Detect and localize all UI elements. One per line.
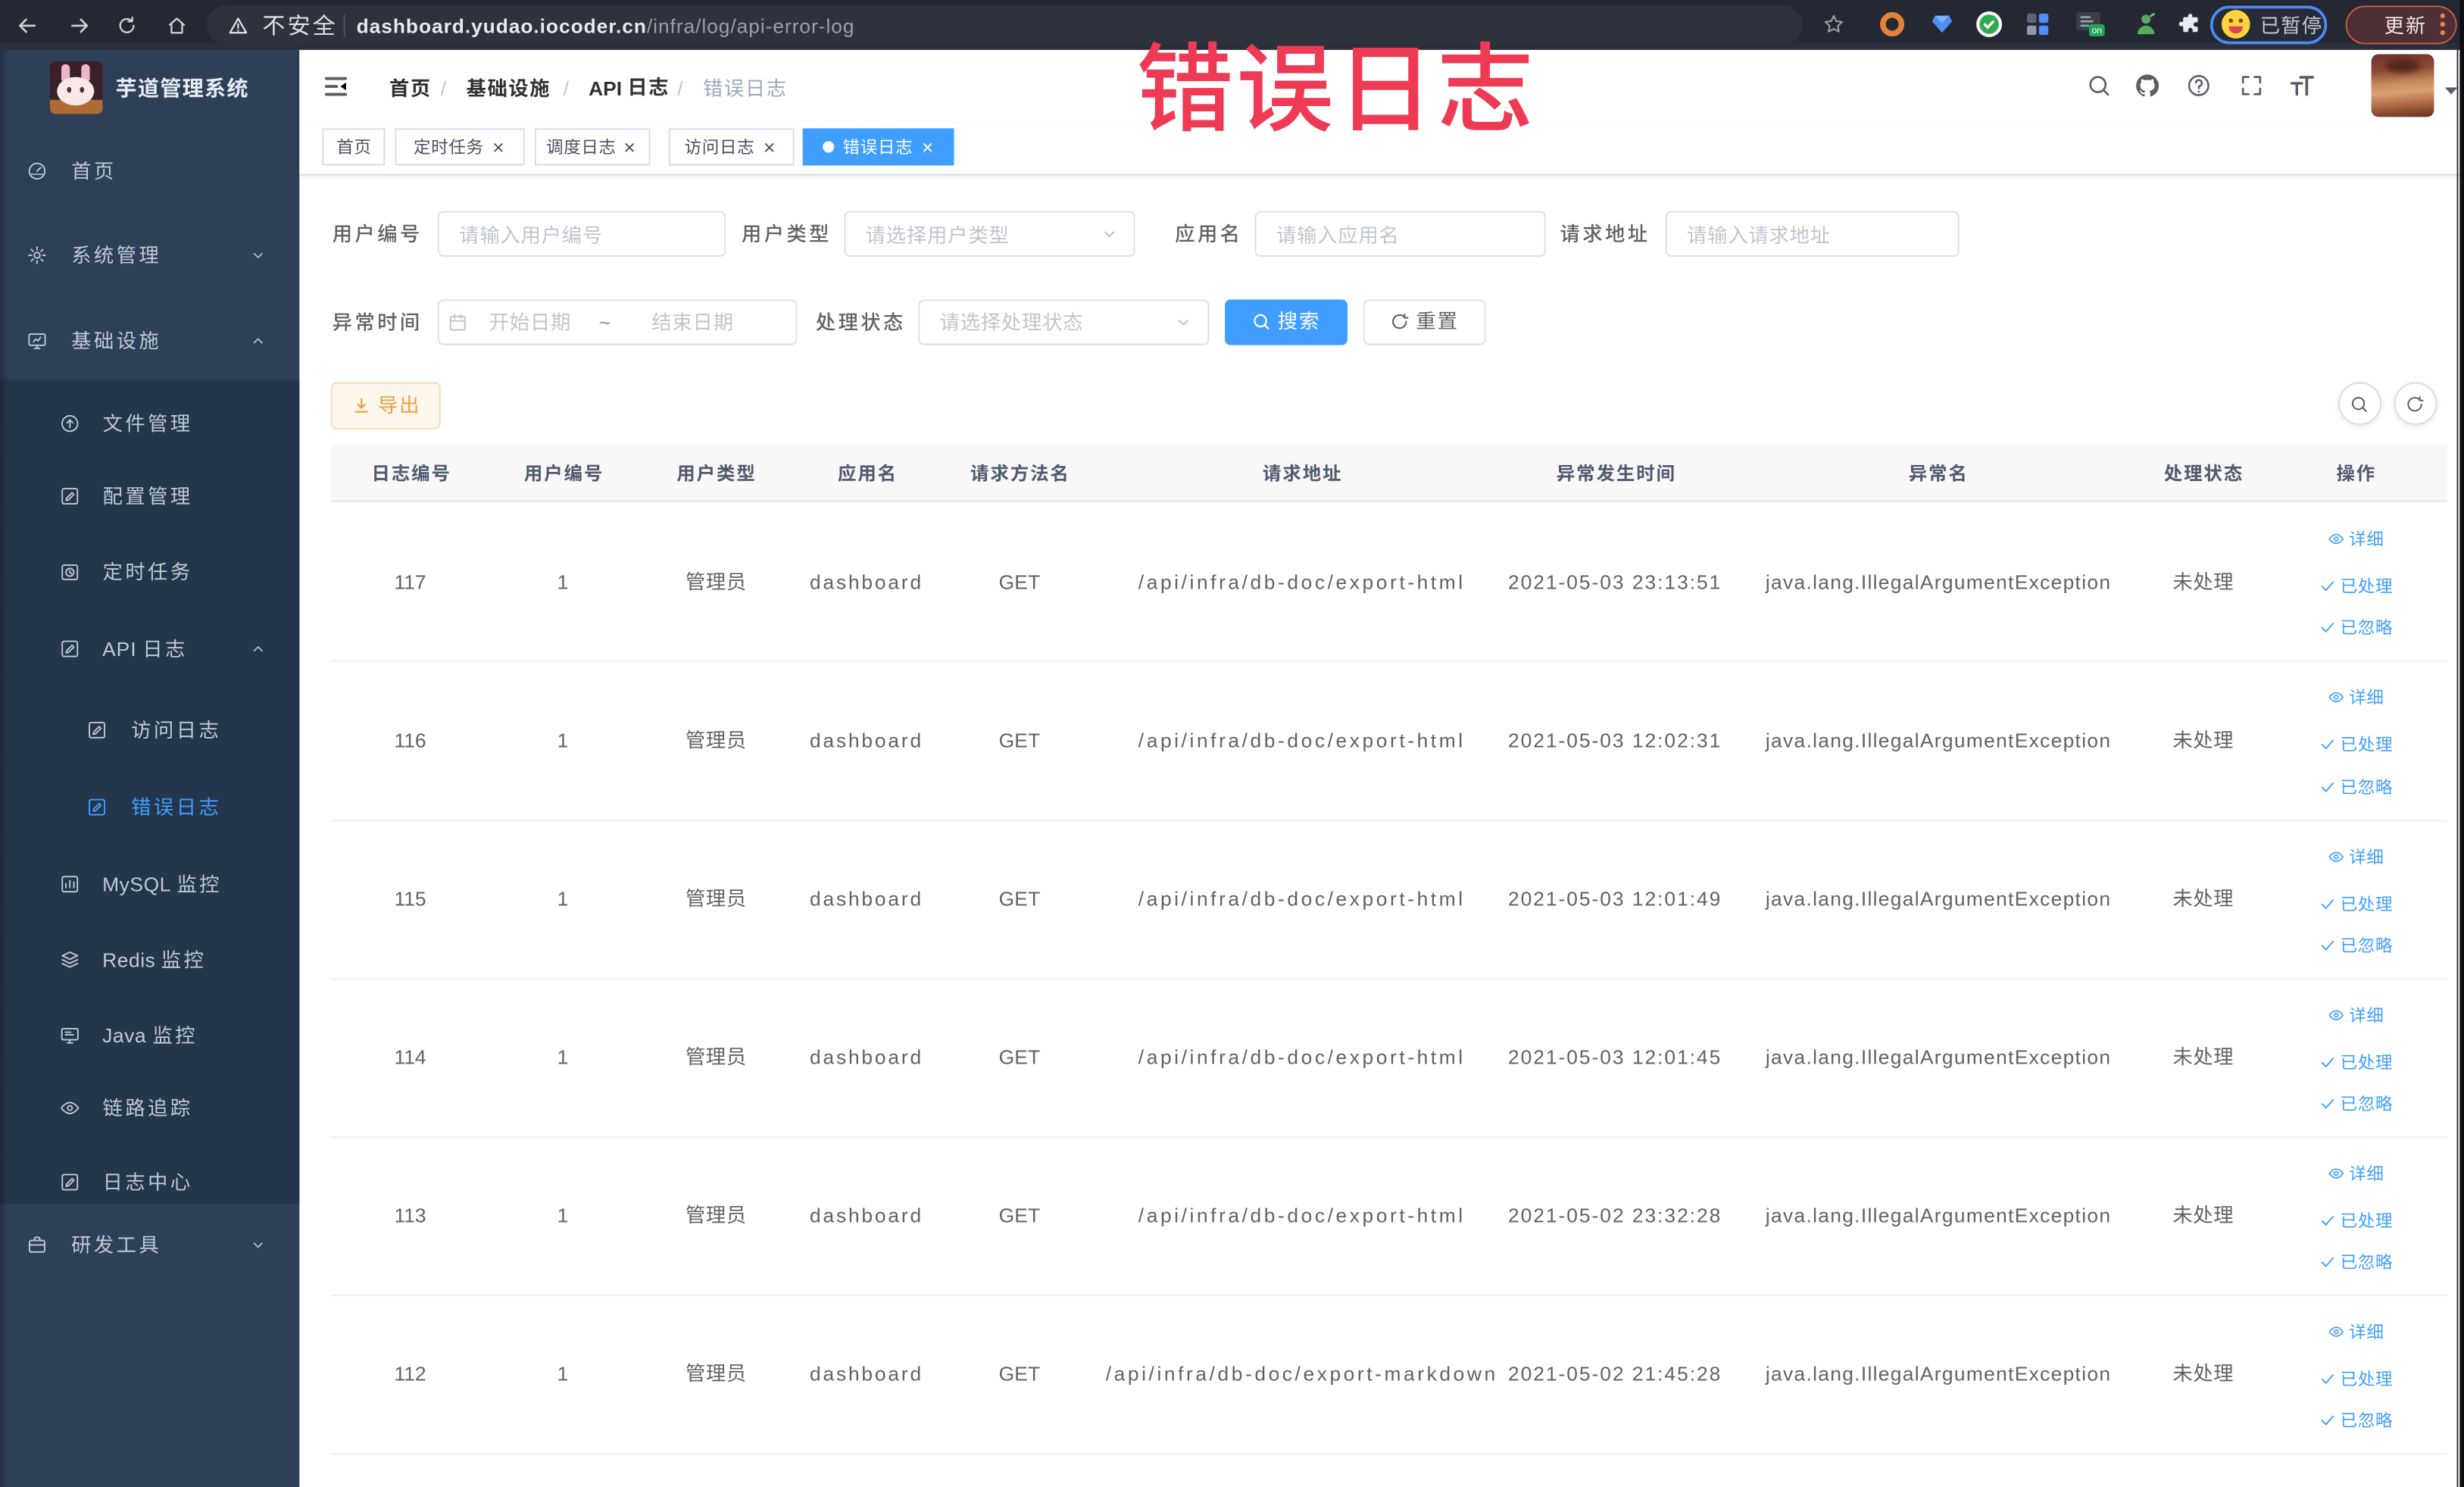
svg-text:on: on [2091, 26, 2102, 36]
